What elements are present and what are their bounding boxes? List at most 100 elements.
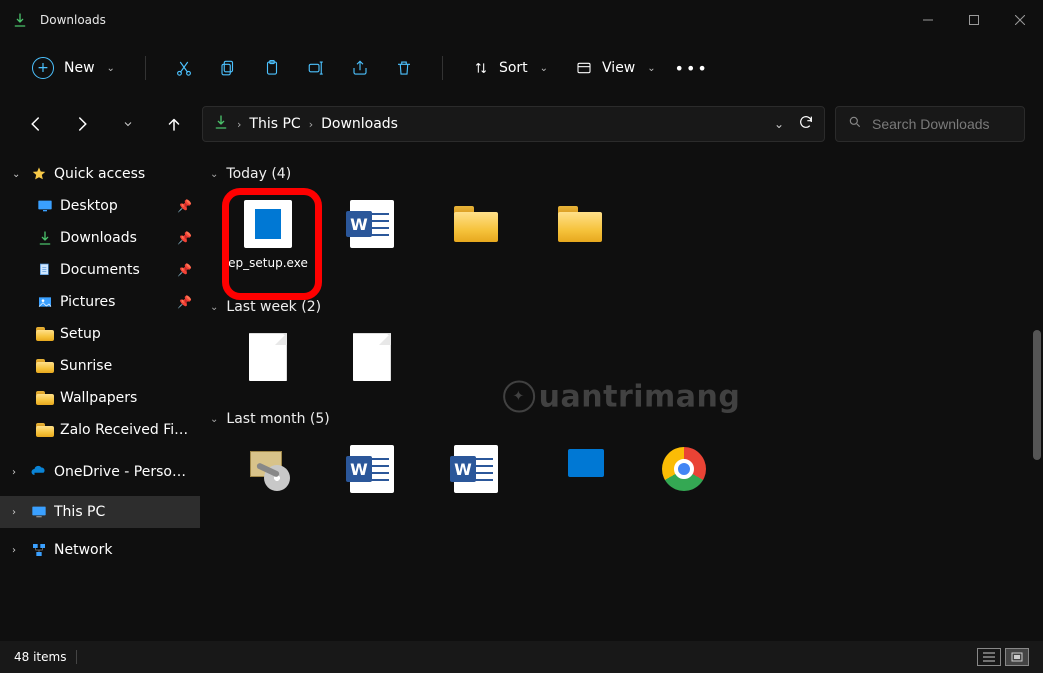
file-icon (346, 331, 398, 383)
window-controls (905, 0, 1043, 40)
sidebar: ⌄ Quick access Desktop 📌 Downloads 📌 Doc… (0, 152, 200, 641)
titlebar: Downloads (0, 0, 1043, 40)
sidebar-label: Desktop (60, 198, 171, 214)
group-header-last-week[interactable]: ⌄ Last week (2) (210, 293, 1033, 321)
sidebar-item-quick-access[interactable]: ⌄ Quick access (0, 158, 200, 190)
cut-button[interactable] (164, 48, 204, 88)
rename-button[interactable] (296, 48, 336, 88)
documents-icon (36, 261, 54, 279)
close-button[interactable] (997, 0, 1043, 40)
recent-locations-button[interactable] (110, 106, 146, 142)
item-count: 48 items (14, 650, 66, 664)
toolbar-separator (145, 56, 146, 80)
app-icon (12, 12, 28, 28)
sidebar-item-pictures[interactable]: Pictures 📌 (0, 286, 200, 318)
file-item[interactable] (228, 331, 308, 383)
minimize-button[interactable] (905, 0, 951, 40)
sidebar-item-network[interactable]: › Network (0, 534, 200, 566)
chevron-right-icon: › (309, 118, 313, 131)
sidebar-item-desktop[interactable]: Desktop 📌 (0, 190, 200, 222)
desktop-icon (36, 197, 54, 215)
installer-icon (242, 443, 294, 495)
star-icon (30, 165, 48, 183)
sidebar-label: Zalo Received Files (60, 422, 192, 438)
sidebar-item-this-pc[interactable]: › This PC (0, 496, 200, 528)
network-icon (30, 541, 48, 559)
new-button[interactable]: + New ⌄ (20, 51, 127, 85)
sort-button[interactable]: Sort ⌄ (461, 48, 560, 88)
disc-icon (554, 443, 606, 495)
search-icon (848, 115, 862, 133)
group-header-label: Last month (5) (226, 411, 329, 427)
sidebar-label: Wallpapers (60, 390, 192, 406)
new-label: New (64, 60, 95, 76)
content-area: ✦ uantrimang ⌄ Today (4) ep_setup.exe W (200, 152, 1043, 641)
folder-icon (450, 198, 502, 250)
chrome-icon (658, 443, 710, 495)
file-disc-image[interactable] (540, 443, 620, 495)
file-installer[interactable] (228, 443, 308, 495)
pin-icon: 📌 (177, 199, 192, 213)
search-box[interactable] (835, 106, 1025, 142)
sidebar-label: Network (54, 542, 192, 558)
pin-icon: 📌 (177, 231, 192, 245)
sidebar-item-wallpapers[interactable]: Wallpapers (0, 382, 200, 414)
scrollbar[interactable] (1033, 330, 1041, 460)
sidebar-label: OneDrive - Personal (54, 464, 192, 480)
back-button[interactable] (18, 106, 54, 142)
refresh-button[interactable] (798, 114, 814, 134)
file-word-doc[interactable]: W (332, 443, 412, 495)
paste-button[interactable] (252, 48, 292, 88)
search-input[interactable] (872, 116, 1043, 132)
group-header-last-month[interactable]: ⌄ Last month (5) (210, 405, 1033, 433)
group-header-today[interactable]: ⌄ Today (4) (210, 160, 1033, 188)
sidebar-item-setup[interactable]: Setup (0, 318, 200, 350)
pin-icon: 📌 (177, 263, 192, 277)
word-icon: W (346, 443, 398, 495)
breadcrumb-downloads[interactable]: Downloads (321, 116, 398, 132)
share-button[interactable] (340, 48, 380, 88)
delete-button[interactable] (384, 48, 424, 88)
view-toggles (977, 648, 1029, 666)
folder-item[interactable] (540, 198, 620, 271)
pin-icon: 📌 (177, 295, 192, 309)
sidebar-item-onedrive[interactable]: › OneDrive - Personal (0, 456, 200, 488)
sidebar-item-zalo[interactable]: Zalo Received Files (0, 414, 200, 446)
folder-item[interactable] (436, 198, 516, 271)
copy-button[interactable] (208, 48, 248, 88)
chevron-down-icon[interactable]: ⌄ (774, 117, 784, 131)
sidebar-label: Quick access (54, 166, 192, 182)
group-header-label: Today (4) (226, 166, 291, 182)
sidebar-item-documents[interactable]: Documents 📌 (0, 254, 200, 286)
breadcrumb-this-pc[interactable]: This PC (249, 116, 300, 132)
maximize-button[interactable] (951, 0, 997, 40)
downloads-icon (36, 229, 54, 247)
folder-icon (36, 357, 54, 375)
group-today-items: ep_setup.exe W (210, 188, 1033, 293)
file-ep-setup[interactable]: ep_setup.exe (228, 198, 308, 271)
file-chrome[interactable] (644, 443, 724, 495)
file-word-doc[interactable]: W (436, 443, 516, 495)
file-icon (242, 331, 294, 383)
view-button[interactable]: View ⌄ (564, 48, 668, 88)
sidebar-label: Pictures (60, 294, 171, 310)
sidebar-label: Sunrise (60, 358, 192, 374)
pc-icon (30, 503, 48, 521)
folder-icon (36, 325, 54, 343)
downloads-icon (213, 114, 229, 134)
file-word-doc[interactable]: W (332, 198, 412, 271)
sidebar-item-sunrise[interactable]: Sunrise (0, 350, 200, 382)
toolbar: + New ⌄ Sort ⌄ View ⌄ ••• (0, 40, 1043, 96)
file-item[interactable] (332, 331, 412, 383)
overflow-button[interactable]: ••• (672, 48, 712, 88)
list-view-button[interactable] (977, 648, 1001, 666)
forward-button[interactable] (64, 106, 100, 142)
group-last-week-items (210, 321, 1033, 405)
sidebar-label: Downloads (60, 230, 171, 246)
up-button[interactable] (156, 106, 192, 142)
address-bar[interactable]: › This PC › Downloads ⌄ (202, 106, 825, 142)
details-view-button[interactable] (1005, 648, 1029, 666)
window-title: Downloads (40, 13, 106, 27)
word-icon: W (346, 198, 398, 250)
sidebar-item-downloads[interactable]: Downloads 📌 (0, 222, 200, 254)
